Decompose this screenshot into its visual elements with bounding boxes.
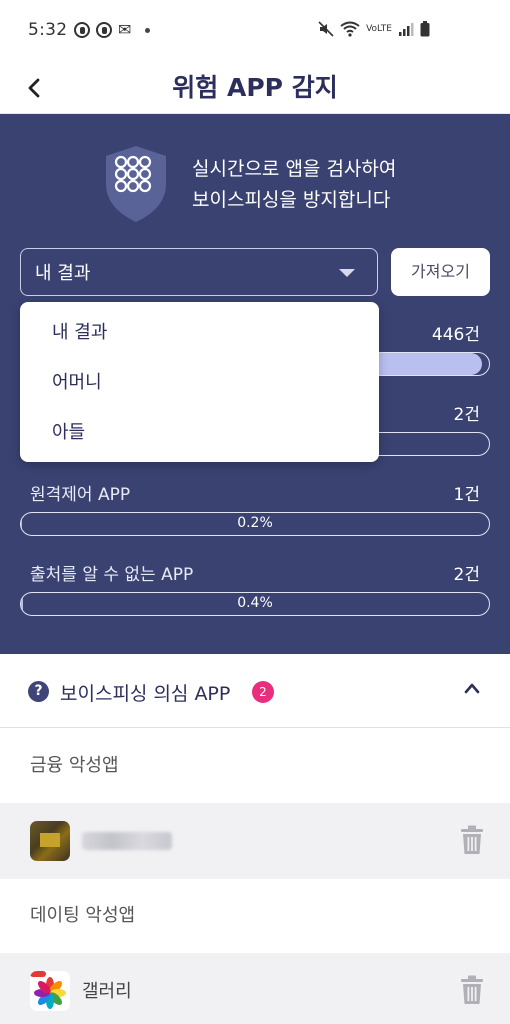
page-title: 위험 APP 감지	[172, 73, 338, 102]
stat-percent: 0.4%	[237, 595, 273, 611]
battery-icon	[420, 21, 430, 37]
app-notification-icon	[96, 22, 112, 38]
stat-progress-bar: 0.2%	[20, 512, 490, 536]
stat-count: 2건	[453, 405, 480, 425]
app-list-item[interactable]	[0, 803, 510, 879]
dropdown-option-son[interactable]: 아들	[20, 408, 379, 458]
fetch-button[interactable]: 가져오기	[391, 248, 490, 296]
stat-count: 2건	[453, 565, 480, 585]
result-select[interactable]: 내 결과	[20, 248, 378, 296]
status-bar: 5:32 ✉ VoLTE	[0, 0, 510, 62]
signal-icon	[399, 23, 414, 36]
app-header: 위험 APP 감지	[0, 62, 510, 114]
suspicious-app-header[interactable]: ? 보이스피싱 의심 APP 2	[0, 654, 510, 728]
blurred-app-name	[82, 832, 172, 850]
mail-icon: ✉	[118, 20, 132, 39]
help-icon[interactable]: ?	[28, 681, 49, 702]
stat-percent: 0.2%	[237, 515, 273, 531]
shield-keypad-icon	[106, 146, 166, 222]
app-notification-icon	[74, 22, 90, 38]
stat-count: 446건	[431, 325, 480, 345]
stat-label: 원격제어 APP	[30, 485, 131, 505]
category-label: 데이팅 악성앱	[0, 879, 510, 953]
stat-progress-bar: 0.4%	[20, 592, 490, 616]
gallery-icon	[30, 971, 70, 1011]
volte-label: VoLTE	[366, 24, 392, 34]
dropdown-option-mother[interactable]: 어머니	[20, 358, 379, 408]
hero-description: 실시간으로 앱을 검사하여 보이스피싱을 방지합니다	[192, 154, 396, 216]
mute-icon	[318, 21, 334, 37]
stat-label: 출처를 알 수 없는 APP	[30, 565, 194, 585]
wifi-icon	[340, 21, 360, 37]
app-name: 갤러리	[82, 981, 132, 1002]
app-list-item[interactable]: 갤러리	[0, 953, 510, 1024]
trash-icon[interactable]	[460, 825, 484, 855]
result-dropdown-menu: 내 결과 어머니 아들	[20, 302, 379, 462]
caret-down-icon	[339, 269, 355, 277]
hero-description-line: 실시간으로 앱을 검사하여	[192, 158, 397, 180]
notification-icons: ✉	[74, 20, 151, 39]
category-label: 금융 악성앱	[0, 729, 510, 803]
count-badge: 2	[252, 681, 274, 703]
more-notifications-icon	[145, 27, 151, 33]
system-status-icons: VoLTE	[318, 21, 430, 37]
section-title: 보이스피싱 의심 APP	[60, 683, 231, 705]
hero-description-line: 보이스피싱을 방지합니다	[192, 189, 391, 211]
result-select-value: 내 결과	[35, 263, 91, 284]
dropdown-option-my-result[interactable]: 내 결과	[20, 308, 379, 358]
stat-count: 1건	[453, 485, 480, 505]
trash-icon[interactable]	[460, 975, 484, 1005]
status-time: 5:32	[28, 20, 68, 40]
chevron-up-icon[interactable]	[464, 682, 480, 694]
blurred-app-icon	[30, 821, 70, 861]
